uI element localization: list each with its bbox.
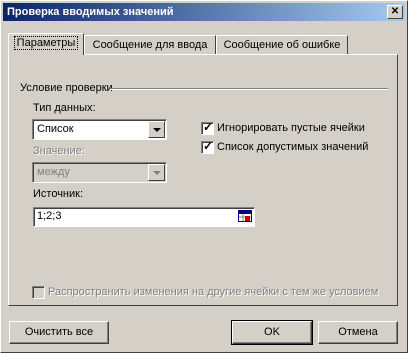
apply-to-all-label: Распространить изменения на другие ячейк… xyxy=(48,286,379,298)
operator-select: между xyxy=(32,162,167,183)
tab-settings[interactable]: Параметры xyxy=(8,33,84,55)
ignore-blank-label: Игнорировать пустые ячейки xyxy=(217,122,365,134)
chevron-down-icon xyxy=(153,128,161,132)
source-value: 1;2;3 xyxy=(37,210,62,222)
ok-button[interactable]: OK xyxy=(231,320,313,345)
operator-value: между xyxy=(37,166,70,178)
group-divider xyxy=(110,88,388,90)
in-cell-dropdown-checkbox[interactable]: ✓ xyxy=(201,139,214,154)
operator-dropdown-button xyxy=(148,164,165,181)
window-title: Проверка вводимых значений xyxy=(7,6,174,18)
validation-criteria-group-label: Условие проверки xyxy=(20,82,113,94)
ignore-blank-checkbox[interactable]: ✓ xyxy=(201,120,214,135)
operator-label: Значение: xyxy=(33,145,85,157)
in-cell-dropdown-label: Список допустимых значений xyxy=(217,141,369,153)
data-type-value: Список xyxy=(37,123,74,135)
range-select-icon[interactable] xyxy=(238,210,252,222)
data-type-dropdown-button[interactable] xyxy=(148,121,165,138)
tab-input-message[interactable]: Сообщение для ввода xyxy=(84,35,216,54)
checkmark-icon: ✓ xyxy=(203,139,214,153)
clear-all-button[interactable]: Очистить все xyxy=(9,321,109,344)
checkmark-icon: ✓ xyxy=(203,120,214,134)
data-type-label: Тип данных: xyxy=(33,102,96,114)
title-bar[interactable]: Проверка вводимых значений ✕ xyxy=(3,3,405,21)
tab-error-alert[interactable]: Сообщение об ошибке xyxy=(216,35,348,54)
data-type-select[interactable]: Список xyxy=(32,119,167,140)
apply-to-all-checkbox xyxy=(32,286,45,299)
close-icon: ✕ xyxy=(390,6,400,17)
source-label: Источник: xyxy=(33,188,84,200)
source-input[interactable]: 1;2;3 xyxy=(33,207,255,227)
cancel-button[interactable]: Отмена xyxy=(318,321,398,344)
close-button[interactable]: ✕ xyxy=(387,5,403,19)
chevron-down-icon xyxy=(153,171,161,175)
